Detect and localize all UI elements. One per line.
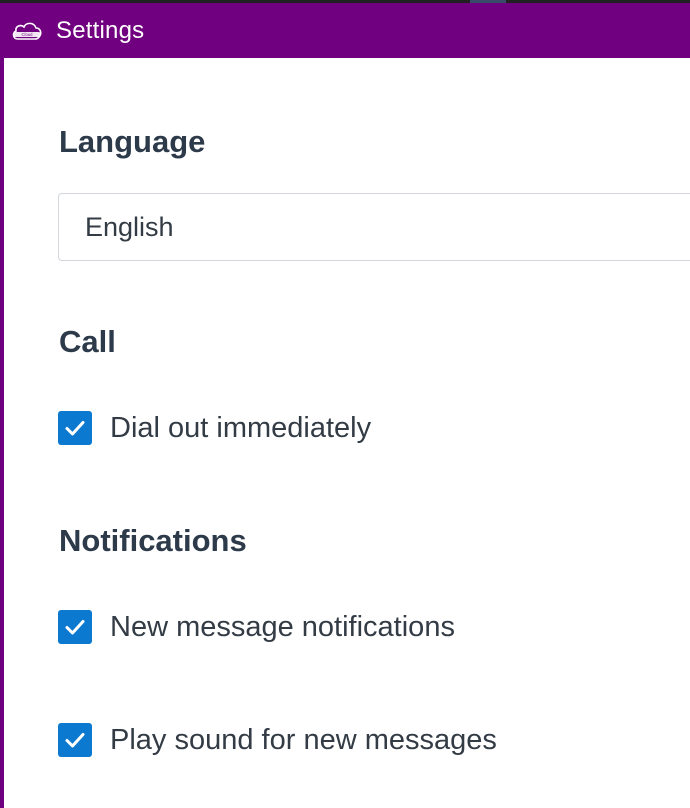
new-message-notifications-option[interactable]: New message notifications (58, 610, 455, 644)
settings-window: Cloud Settings Language English Call Dia… (0, 3, 690, 808)
svg-text:Cloud: Cloud (22, 32, 34, 37)
settings-panel: Language English Call Dial out immediate… (4, 58, 690, 808)
play-sound-checkbox[interactable] (58, 723, 92, 757)
new-message-notifications-label: New message notifications (110, 610, 455, 643)
language-select[interactable]: English (58, 193, 690, 261)
window-title: Settings (56, 16, 145, 44)
checkmark-icon (65, 620, 85, 635)
dial-out-immediately-option[interactable]: Dial out immediately (58, 411, 371, 445)
call-heading: Call (59, 324, 116, 359)
play-sound-label: Play sound for new messages (110, 723, 497, 756)
play-sound-option[interactable]: Play sound for new messages (58, 723, 497, 757)
new-message-notifications-checkbox[interactable] (58, 610, 92, 644)
title-bar[interactable]: Cloud Settings (0, 3, 690, 58)
cloud-logo-icon: Cloud (10, 19, 44, 43)
checkmark-icon (65, 421, 85, 436)
dial-out-label: Dial out immediately (110, 411, 372, 444)
checkmark-icon (65, 733, 85, 748)
language-selected-value: English (85, 211, 174, 242)
language-heading: Language (59, 124, 206, 159)
dial-out-checkbox[interactable] (58, 411, 92, 445)
notifications-heading: Notifications (59, 523, 247, 558)
